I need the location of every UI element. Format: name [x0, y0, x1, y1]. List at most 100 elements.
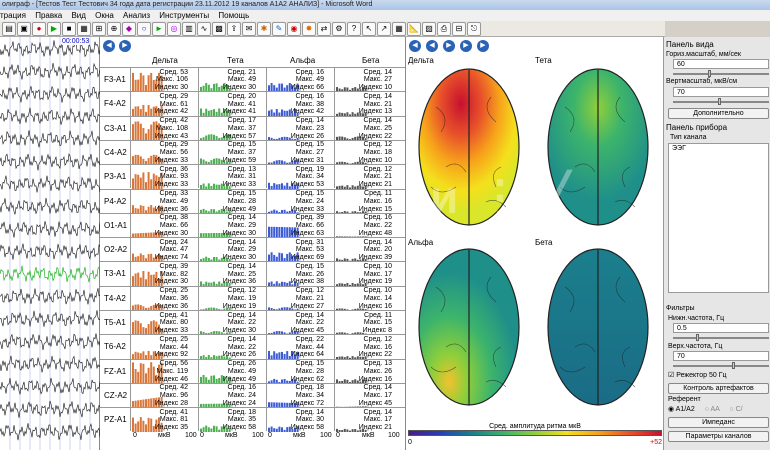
ruler-icon[interactable]: 📐: [407, 21, 421, 36]
low-freq-slider[interactable]: [673, 337, 769, 339]
band-cell: Сред. 15 Макс. 24 Индекс 33: [266, 189, 326, 214]
settings-icon[interactable]: ⚙: [332, 21, 346, 36]
stat-value: 59: [248, 156, 256, 164]
channel-label[interactable]: C4-A2: [104, 148, 127, 157]
stat-value: 46: [180, 375, 188, 383]
channel-type-list[interactable]: ЭЭГ: [668, 143, 769, 293]
stat-max: Макс. 49: [296, 76, 324, 84]
pointer-icon[interactable]: ↗: [377, 21, 391, 36]
low-freq-slider-thumb[interactable]: [696, 334, 699, 341]
reference-radio-c[interactable]: ○ C/: [729, 406, 742, 413]
stat-max: Макс. 56: [160, 149, 188, 157]
marker-icon[interactable]: ◆: [122, 21, 136, 36]
report-icon[interactable]: ✎: [272, 21, 286, 36]
channel-label[interactable]: F3-A1: [104, 75, 126, 84]
circle-icon[interactable]: ○: [137, 21, 151, 36]
vscale-slider-thumb[interactable]: [718, 98, 721, 105]
menu-windows[interactable]: Окна: [95, 11, 114, 20]
channel-label[interactable]: T4-A2: [104, 294, 126, 303]
prev-page-icon[interactable]: ◀: [103, 40, 115, 52]
stat-value: 14: [384, 408, 392, 416]
print-icon[interactable]: ⎙: [437, 21, 451, 36]
high-freq-slider-thumb[interactable]: [732, 362, 735, 369]
montage-icon[interactable]: ⊞: [92, 21, 106, 36]
vscale-input[interactable]: 70: [673, 87, 769, 97]
stat-label: Макс.: [363, 270, 383, 278]
hscale-input[interactable]: 60: [673, 59, 769, 69]
stat-avg: Сред. 21: [228, 69, 256, 77]
map-icon[interactable]: ▩: [212, 21, 226, 36]
band-cell: Сред. 13 Макс. 31 Индекс 33: [198, 165, 258, 190]
menu-registration[interactable]: трация: [0, 11, 26, 20]
more-button[interactable]: Дополнительно: [668, 108, 769, 119]
cursor-icon[interactable]: ↖: [362, 21, 376, 36]
zoom-icon[interactable]: ⊕: [107, 21, 121, 36]
stat-avg: Сред. 12: [364, 336, 392, 344]
vscale-label: Вертмасштаб, мкВ/см: [666, 78, 738, 85]
grid-icon[interactable]: ▦: [77, 21, 91, 36]
menu-tools[interactable]: Инструменты: [159, 11, 209, 20]
analysis-icon[interactable]: ✱: [257, 21, 271, 36]
save-icon[interactable]: ▣: [17, 21, 31, 36]
channel-label[interactable]: T6-A2: [104, 342, 126, 351]
channel-type-value[interactable]: ЭЭГ: [672, 145, 686, 152]
brain-map-icon[interactable]: ✸: [302, 21, 316, 36]
axis-zero: 0: [268, 432, 272, 439]
menu-edit[interactable]: Правка: [35, 11, 62, 20]
channel-label[interactable]: F4-A2: [104, 99, 126, 108]
channel-label[interactable]: T5-A1: [104, 318, 126, 327]
band-header-delta: Дельта: [152, 56, 178, 65]
export-icon[interactable]: ⇪: [227, 21, 241, 36]
hscale-slider[interactable]: [673, 73, 769, 75]
stat-label: Индекс: [154, 181, 179, 189]
menu-view[interactable]: Вид: [71, 11, 85, 20]
arrow-right-icon[interactable]: ►: [152, 21, 166, 36]
channel-params-button[interactable]: Параметры каналов: [668, 431, 769, 442]
reference-radio-aa[interactable]: ○ AA: [705, 406, 720, 413]
play-icon[interactable]: ▶: [47, 21, 61, 36]
channel-label[interactable]: CZ-A2: [104, 391, 127, 400]
notch-checkbox[interactable]: ☑: [668, 372, 674, 379]
notch-checkbox-row[interactable]: ☑ Режектор 50 Гц: [668, 371, 727, 379]
record-icon[interactable]: ●: [32, 21, 46, 36]
high-freq-input[interactable]: 70: [673, 351, 769, 361]
wave-icon[interactable]: ∿: [197, 21, 211, 36]
hscale-slider-thumb[interactable]: [708, 70, 711, 77]
menu-help[interactable]: Помощь: [218, 11, 249, 20]
channel-label[interactable]: P3-A1: [104, 172, 126, 181]
photo-icon[interactable]: ◉: [287, 21, 301, 36]
stat-value: 39: [384, 254, 392, 262]
artifact-control-button[interactable]: Контроль артефактов: [668, 383, 769, 394]
compare-icon[interactable]: ⇄: [317, 21, 331, 36]
mail-icon[interactable]: ✉: [242, 21, 256, 36]
channel-label[interactable]: O1-A1: [104, 221, 127, 230]
channel-label[interactable]: C3-A1: [104, 124, 127, 133]
channel-label[interactable]: PZ-A1: [104, 415, 127, 424]
table-icon[interactable]: ▦: [392, 21, 406, 36]
target-icon[interactable]: ◎: [167, 21, 181, 36]
channel-label[interactable]: FZ-A1: [104, 367, 126, 376]
chart-icon[interactable]: ▨: [422, 21, 436, 36]
impedance-button[interactable]: Импеданс: [668, 417, 769, 428]
channel-label[interactable]: O2-A2: [104, 245, 127, 254]
spectrum-row: T6-A2 Сред. 25 Макс. 44 Индекс 92 Сред. 14 Ма…: [100, 334, 405, 360]
next-page-icon[interactable]: ▶: [119, 40, 131, 52]
help-icon[interactable]: ?: [347, 21, 361, 36]
low-freq-input[interactable]: 0.5: [673, 323, 769, 333]
reference-radio-a1a2[interactable]: ◉ A1/A2: [668, 406, 695, 413]
stop-icon[interactable]: ■: [62, 21, 76, 36]
exit-icon[interactable]: ⎋: [467, 21, 481, 36]
open-icon[interactable]: ▤: [2, 21, 16, 36]
stat-label: Индекс: [290, 399, 315, 407]
high-freq-slider[interactable]: [673, 365, 769, 367]
eeg-trace-panel[interactable]: 00:00:53: [0, 37, 100, 450]
spectrum-icon[interactable]: ▥: [182, 21, 196, 36]
stat-value: 14: [316, 408, 324, 416]
print-preview-icon[interactable]: ⊟: [452, 21, 466, 36]
channel-label[interactable]: P4-A2: [104, 197, 126, 206]
histogram-bar: [273, 428, 276, 433]
menu-analysis[interactable]: Анализ: [123, 11, 150, 20]
stat-label: Индекс: [154, 399, 179, 407]
channel-label[interactable]: T3-A1: [104, 269, 126, 278]
vscale-slider[interactable]: [673, 101, 769, 103]
